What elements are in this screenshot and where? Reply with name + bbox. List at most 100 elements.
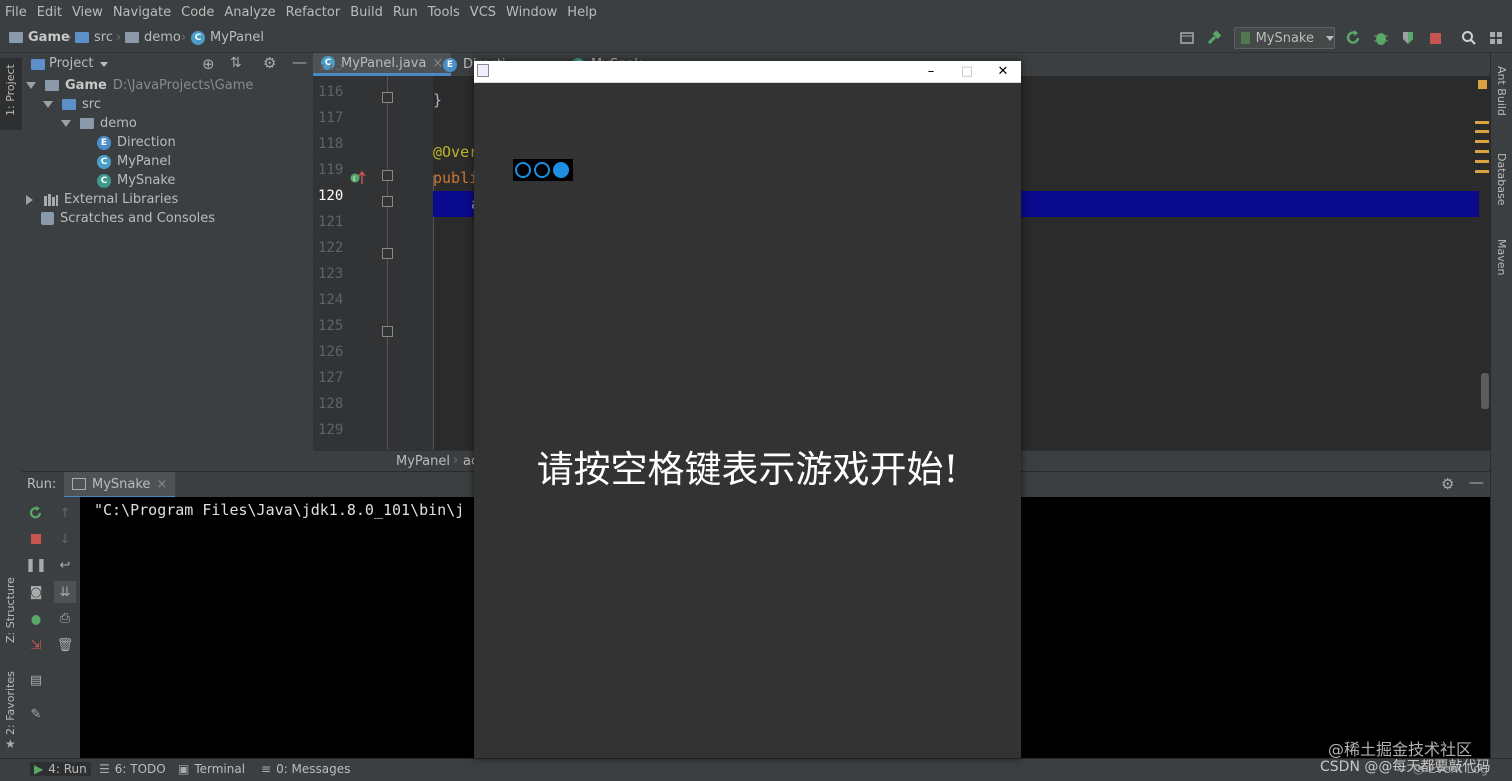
rerun-icon[interactable] [1345, 29, 1363, 47]
fold-marker-icon[interactable] [382, 92, 393, 103]
ant-build-tool-button[interactable]: Ant Build [1491, 58, 1512, 126]
build-hammer-icon[interactable] [1205, 29, 1223, 47]
soft-wrap-icon[interactable]: ↩ [57, 557, 73, 573]
menu-navigate[interactable]: Navigate [108, 5, 176, 20]
breadcrumb-src[interactable]: src [75, 30, 113, 45]
code-line-119: publi [433, 169, 479, 187]
game-window[interactable]: – □ ✕ 请按空格键表示游戏开始! [474, 61, 1021, 758]
structure-tool-button[interactable]: Z: Structure [0, 573, 22, 683]
stop-icon[interactable] [1426, 29, 1444, 47]
pin-icon[interactable]: ✎ [28, 706, 44, 722]
error-stripe-mark[interactable] [1475, 140, 1489, 143]
project-tool-button[interactable]: 1: Project [0, 58, 22, 130]
print-icon[interactable]: ⎙ [57, 610, 73, 626]
class-icon: C [191, 30, 205, 45]
pause-icon[interactable]: ❚❚ [25, 557, 47, 573]
favorites-tool-button[interactable]: 2: Favorites ★ [0, 671, 22, 753]
line-number: 129 [318, 422, 344, 438]
inspection-warning-icon[interactable] [1478, 80, 1487, 89]
tree-item-direction[interactable]: E Direction [97, 133, 176, 152]
tree-item-mypanel[interactable]: C MyPanel [97, 152, 171, 171]
window-icon[interactable] [1178, 29, 1196, 47]
menu-file[interactable]: File [0, 5, 32, 20]
breadcrumb-game[interactable]: Game [9, 30, 70, 45]
menu-analyze[interactable]: Analyze [219, 5, 280, 20]
arrow-up-icon[interactable]: ↑ [57, 505, 73, 521]
tree-item-scratches[interactable]: Scratches and Consoles [41, 209, 215, 228]
database-tool-button[interactable]: Database [1491, 145, 1512, 215]
minimize-icon[interactable]: — [292, 53, 307, 71]
run-configuration-select[interactable]: MySnake [1234, 27, 1335, 49]
error-stripe-mark[interactable] [1475, 130, 1489, 133]
tree-item-external-libraries[interactable]: External Libraries [26, 190, 178, 209]
menu-tools[interactable]: Tools [423, 5, 465, 20]
game-window-titlebar[interactable]: – □ ✕ [474, 61, 1021, 83]
scroll-thumb[interactable] [1481, 373, 1489, 409]
menu-edit[interactable]: Edit [32, 5, 67, 20]
menu-code[interactable]: Code [176, 5, 219, 20]
error-stripe-mark[interactable] [1475, 170, 1489, 173]
line-number: 115 [318, 64, 344, 74]
debug-bug-icon[interactable] [1372, 29, 1390, 47]
window-maximize-button[interactable]: □ [949, 61, 985, 82]
error-stripe-mark[interactable] [1475, 121, 1489, 124]
window-close-button[interactable]: ✕ [985, 61, 1021, 82]
menu-build[interactable]: Build [345, 5, 388, 20]
fold-marker-icon[interactable] [382, 196, 393, 207]
breadcrumb-class[interactable]: MyPanel [396, 454, 450, 469]
project-tree: Game D:\JavaProjects\Game src demo E Dir… [22, 76, 312, 471]
trash-icon[interactable]: 🗑 [57, 637, 74, 653]
maven-tool-button[interactable]: Maven [1491, 231, 1512, 291]
close-icon[interactable]: × [156, 477, 167, 492]
project-view-selector[interactable]: Project [49, 56, 93, 71]
menu-help[interactable]: Help [562, 5, 602, 20]
fold-marker-icon[interactable] [382, 326, 393, 337]
tree-item-game[interactable]: Game D:\JavaProjects\Game [26, 76, 253, 95]
chevron-down-icon[interactable] [100, 62, 108, 67]
rerun-icon[interactable] [28, 505, 44, 521]
error-stripe-mark[interactable] [1475, 150, 1489, 153]
ide-features-icon[interactable] [1487, 29, 1505, 47]
tab-messages[interactable]: ≡ 0: Messages [261, 762, 350, 776]
expand-arrow-icon[interactable] [26, 194, 33, 205]
menu-run[interactable]: Run [388, 5, 423, 20]
layout-icon[interactable]: ▤ [28, 672, 44, 688]
gear-icon[interactable]: ⚙ [263, 54, 276, 72]
project-view-icon [31, 59, 45, 70]
menu-view[interactable]: View [67, 5, 108, 20]
tab-run[interactable]: ▶ 4: Run [30, 762, 91, 776]
expand-arrow-icon[interactable] [43, 101, 53, 108]
arrow-down-icon[interactable]: ↓ [57, 531, 73, 547]
scroll-to-end-icon[interactable]: ⇊ [54, 581, 76, 603]
tree-item-src[interactable]: src [43, 95, 101, 114]
fold-marker-icon[interactable] [382, 248, 393, 259]
expand-arrow-icon[interactable] [61, 120, 71, 127]
fold-marker-icon[interactable] [382, 170, 393, 181]
window-minimize-button[interactable]: – [913, 61, 949, 82]
stop-icon[interactable] [28, 531, 44, 547]
package-icon [125, 32, 139, 43]
run-tab-mysnake[interactable]: MySnake × [64, 472, 176, 498]
tab-terminal[interactable]: ▣ Terminal [178, 762, 245, 776]
minimize-icon[interactable]: — [1469, 473, 1484, 491]
locate-target-icon[interactable]: ⊕ [202, 55, 215, 73]
tree-item-demo[interactable]: demo [61, 114, 137, 133]
menu-refactor[interactable]: Refactor [281, 5, 346, 20]
search-icon[interactable] [1460, 29, 1478, 47]
breadcrumb-mypanel[interactable]: C MyPanel [191, 30, 264, 45]
gear-icon[interactable]: ⚙ [1441, 475, 1454, 493]
debug-bug-icon[interactable] [28, 611, 44, 627]
coverage-icon[interactable] [1399, 29, 1417, 47]
menu-vcs[interactable]: VCS [465, 5, 501, 20]
expand-arrow-icon[interactable] [26, 82, 36, 89]
tab-todo[interactable]: ☰ 6: TODO [99, 762, 166, 776]
error-stripe-mark[interactable] [1475, 160, 1489, 163]
menu-window[interactable]: Window [501, 5, 562, 20]
line-number: 118 [318, 136, 344, 152]
exit-icon[interactable]: ⇲ [28, 637, 44, 653]
camera-icon[interactable]: ◙ [28, 584, 44, 600]
collapse-all-icon[interactable]: ⇅ [230, 55, 242, 71]
breadcrumb-demo[interactable]: demo [125, 30, 181, 45]
override-marker-icon[interactable]: I [350, 170, 366, 184]
tree-item-mysnake[interactable]: C MySnake [97, 171, 175, 190]
